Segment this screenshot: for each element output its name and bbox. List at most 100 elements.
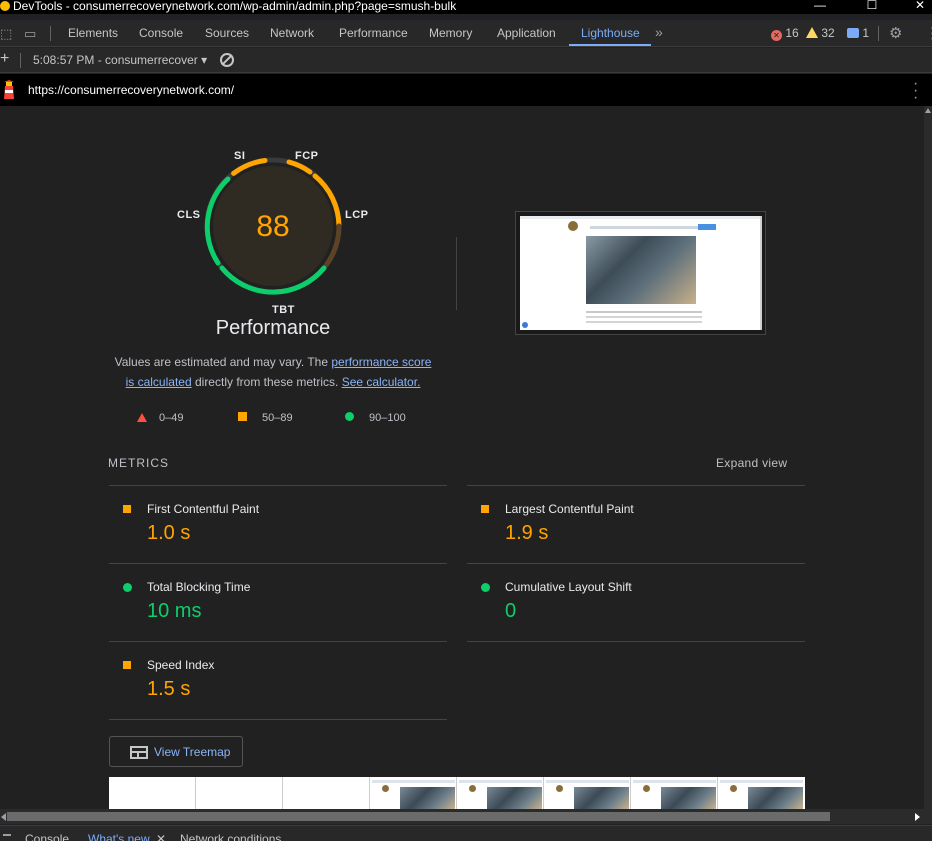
message-counter[interactable]: 1 — [847, 26, 869, 40]
scroll-left-arrow-icon[interactable] — [1, 813, 6, 821]
toolbar-divider — [50, 26, 51, 41]
performance-score-link-continued[interactable]: is calculated — [126, 375, 192, 389]
legend-pass-label: 90–100 — [369, 412, 406, 424]
metrics-header: METRICS — [108, 456, 169, 470]
pass-circle-icon — [345, 412, 354, 421]
gauge-label-tbt: TBT — [272, 304, 295, 316]
scroll-right-arrow-icon[interactable] — [915, 813, 920, 821]
see-calculator-link[interactable]: See calculator. — [342, 375, 421, 389]
customize-kebab-icon[interactable]: ⋮ — [925, 24, 932, 42]
metric-title: Speed Index — [147, 658, 215, 672]
metric-title: First Contentful Paint — [147, 502, 260, 516]
horizontal-scrollbar-thumb[interactable] — [7, 812, 830, 821]
score-explanation: Values are estimated and may vary. The p… — [105, 352, 441, 392]
lighthouse-toolbar: + 5:08:57 PM - consumerrecover ▾ — [0, 48, 932, 73]
pass-circle-icon — [481, 583, 490, 592]
minimize-button[interactable]: — — [810, 0, 830, 12]
filmstrip — [109, 777, 805, 809]
gauge-label-si: SI — [234, 150, 246, 162]
performance-score: 88 — [256, 210, 290, 243]
tab-memory[interactable]: Memory — [429, 26, 472, 40]
tab-application[interactable]: Application — [497, 26, 556, 40]
view-treemap-label: View Treemap — [154, 745, 231, 759]
warning-count: 32 — [821, 26, 835, 40]
error-count: 16 — [785, 26, 799, 40]
final-screenshot-image — [520, 216, 762, 330]
pass-circle-icon — [123, 583, 132, 592]
warning-counter[interactable]: 32 — [806, 26, 835, 40]
vertical-scrollbar[interactable] — [924, 106, 932, 809]
legend-pass: 90–100 — [345, 412, 406, 424]
toolbar-divider — [878, 26, 879, 41]
tab-lighthouse[interactable]: Lighthouse — [581, 26, 640, 40]
filmstrip-frame — [544, 777, 631, 809]
error-icon: ✕ — [771, 30, 782, 41]
tab-performance[interactable]: Performance — [339, 26, 408, 40]
gauge-divider — [456, 237, 457, 310]
panel-tabbar: ⬚ ▭ Elements Console Sources Network Per… — [0, 20, 932, 47]
more-tabs-icon[interactable]: » — [655, 24, 663, 40]
category-title: Performance — [215, 317, 331, 339]
legend-fail: 0–49 — [137, 412, 183, 424]
device-toolbar-icon[interactable]: ▭ — [24, 26, 36, 42]
tab-console[interactable]: Console — [139, 26, 183, 40]
final-screenshot[interactable] — [515, 211, 766, 335]
filmstrip-frame — [370, 777, 457, 809]
maximize-button[interactable]: ☐ — [862, 0, 882, 12]
gauge-label-lcp: LCP — [345, 209, 369, 221]
filmstrip-frame — [283, 777, 370, 809]
report-select[interactable]: 5:08:57 PM - consumerrecover ▾ — [33, 53, 207, 67]
metric-cls: Cumulative Layout Shift 0 — [467, 564, 805, 642]
message-icon — [847, 28, 859, 38]
filmstrip-frame — [718, 777, 805, 809]
drawer-tab-network-conditions[interactable]: Network conditions — [180, 832, 281, 841]
lighthouse-logo-icon — [4, 80, 14, 99]
drawer-menu-icon[interactable] — [3, 834, 11, 836]
warning-icon — [806, 27, 818, 38]
window-titlebar: DevTools - consumerrecoverynetwork.com/w… — [0, 0, 932, 14]
average-square-icon — [123, 505, 131, 513]
metric-divider — [467, 641, 805, 642]
close-window-button[interactable]: ✕ — [910, 0, 930, 12]
drawer-tabbar: Console What's new ✕ Network conditions — [0, 825, 932, 841]
metric-tbt: Total Blocking Time 10 ms — [109, 564, 447, 642]
filmstrip-frame — [109, 777, 196, 809]
clear-all-icon[interactable] — [220, 53, 234, 67]
legend-average-label: 50–89 — [262, 412, 293, 424]
expand-view-toggle[interactable]: Expand view — [716, 456, 787, 470]
error-counter[interactable]: ✕ 16 — [771, 26, 799, 41]
performance-score-link[interactable]: performance score — [331, 355, 431, 369]
report-url-bar: https://consumerrecoverynetwork.com/ · · · — [0, 74, 932, 106]
note-text-middle: directly from these metrics. — [191, 375, 342, 389]
new-report-icon[interactable]: + — [0, 50, 9, 68]
drawer-tab-console[interactable]: Console — [25, 832, 69, 841]
legend-fail-label: 0–49 — [159, 412, 184, 424]
settings-gear-icon[interactable]: ⚙ — [889, 24, 902, 42]
metric-title: Cumulative Layout Shift — [505, 580, 632, 594]
filmstrip-frame — [457, 777, 544, 809]
view-treemap-button[interactable]: View Treemap — [109, 736, 243, 767]
horizontal-scrollbar[interactable] — [0, 809, 932, 824]
metric-fcp: First Contentful Paint 1.0 s — [109, 486, 447, 564]
active-tab-indicator — [569, 44, 651, 46]
metric-value: 0 — [505, 600, 517, 622]
metric-value: 1.9 s — [505, 522, 549, 544]
tab-elements[interactable]: Elements — [68, 26, 118, 40]
report-menu-kebab-icon[interactable]: · · · — [913, 76, 918, 106]
metric-value: 1.5 s — [147, 678, 191, 700]
lighthouse-report: SI FCP LCP TBT CLS 88 Performance Values… — [0, 106, 924, 809]
drawer-tab-whats-new[interactable]: What's new — [88, 832, 150, 841]
scroll-up-arrow-icon[interactable] — [925, 108, 931, 113]
treemap-icon — [130, 746, 148, 759]
inspect-element-icon[interactable]: ⬚ — [0, 26, 12, 42]
metric-si: Speed Index 1.5 s — [109, 642, 447, 720]
devtools-app-icon — [0, 1, 10, 11]
tab-sources[interactable]: Sources — [205, 26, 249, 40]
drawer-tab-close-icon[interactable]: ✕ — [156, 832, 166, 841]
metric-value: 10 ms — [147, 600, 202, 622]
message-count: 1 — [862, 26, 870, 40]
tab-network[interactable]: Network — [270, 26, 314, 40]
gauge-label-cls: CLS — [177, 209, 201, 221]
metric-lcp: Largest Contentful Paint 1.9 s — [467, 486, 805, 564]
toolbar-divider — [20, 53, 21, 68]
